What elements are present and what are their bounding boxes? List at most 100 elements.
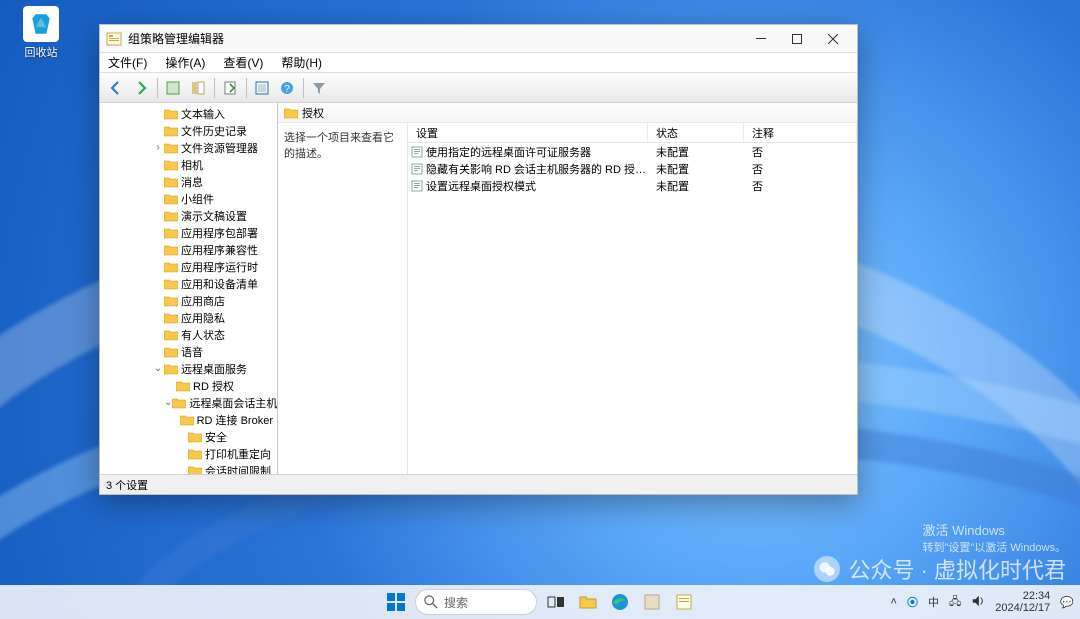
- folder-icon: [164, 278, 178, 290]
- chevron-down-icon[interactable]: ⌄: [152, 363, 164, 374]
- tree-item-label: 演示文稿设置: [181, 208, 247, 224]
- filter-button[interactable]: [307, 76, 331, 100]
- tree-item[interactable]: 应用程序运行时: [100, 258, 277, 275]
- taskview-button[interactable]: [543, 589, 569, 615]
- col-state[interactable]: 状态: [648, 123, 744, 142]
- minimize-button[interactable]: [743, 28, 779, 50]
- list-row[interactable]: 设置远程桌面授权模式未配置否: [408, 177, 857, 194]
- col-comment[interactable]: 注释: [744, 123, 857, 142]
- list-header-title: 授权: [302, 105, 324, 121]
- folder-icon: [164, 346, 178, 358]
- tree-item[interactable]: RD 连接 Broker: [100, 411, 277, 428]
- titlebar[interactable]: 组策略管理编辑器: [100, 25, 857, 53]
- tree-item[interactable]: RD 授权: [100, 377, 277, 394]
- list-row[interactable]: 使用指定的远程桌面许可证服务器未配置否: [408, 143, 857, 160]
- menu-help[interactable]: 帮助(H): [277, 52, 326, 73]
- folder-icon: [180, 414, 194, 426]
- chevron-down-icon[interactable]: ⌄: [164, 397, 172, 408]
- tree-item-label: 远程桌面服务: [181, 361, 247, 377]
- tree-item-label: 文件历史记录: [181, 123, 247, 139]
- tree-item-label: 文本输入: [181, 106, 225, 122]
- tree-item-label: RD 授权: [193, 378, 234, 394]
- up-button[interactable]: [161, 76, 185, 100]
- list-pane: 授权 选择一个项目来查看它的描述。 设置 状态 注释 使用指定的远程桌面许可证服…: [278, 103, 857, 474]
- tree-item[interactable]: 应用商店: [100, 292, 277, 309]
- maximize-button[interactable]: [779, 28, 815, 50]
- tree-item[interactable]: 会话时间限制: [100, 462, 277, 474]
- start-button[interactable]: [383, 589, 409, 615]
- tree-item[interactable]: 演示文稿设置: [100, 207, 277, 224]
- tree-item[interactable]: ›文件资源管理器: [100, 139, 277, 156]
- folder-icon: [164, 125, 178, 137]
- tray-copilot-icon[interactable]: ⦿: [907, 594, 918, 610]
- tree-item-label: 安全: [205, 429, 227, 445]
- menu-view[interactable]: 查看(V): [219, 52, 267, 73]
- col-setting[interactable]: 设置: [408, 123, 648, 142]
- tray-notification-icon[interactable]: 💬: [1060, 596, 1074, 609]
- row-state: 未配置: [656, 161, 752, 177]
- taskbar[interactable]: 搜索 ˄ ⦿ 中 🖧 22:34 2024/12/17 💬: [0, 585, 1080, 619]
- menu-action[interactable]: 操作(A): [161, 52, 209, 73]
- tree-item[interactable]: ⌄ 远程桌面会话主机: [100, 394, 277, 411]
- folder-icon: [164, 142, 178, 154]
- chevron-right-icon[interactable]: ›: [152, 142, 164, 153]
- wechat-icon: [814, 556, 840, 582]
- menu-file[interactable]: 文件(F): [104, 52, 151, 73]
- svg-text:?: ?: [284, 84, 290, 95]
- tree-item[interactable]: 安全: [100, 428, 277, 445]
- tree-item-label: 应用商店: [181, 293, 225, 309]
- refresh-button[interactable]: [250, 76, 274, 100]
- tray-volume-icon[interactable]: [971, 594, 985, 611]
- row-comment: 否: [752, 178, 857, 194]
- close-button[interactable]: [815, 28, 851, 50]
- tree-item[interactable]: 小组件: [100, 190, 277, 207]
- toolbar: ?: [100, 73, 857, 103]
- app-icon-1[interactable]: [639, 589, 665, 615]
- tray-chevron-icon[interactable]: ˄: [891, 596, 897, 608]
- folder-icon: [164, 312, 178, 324]
- folder-icon: [188, 431, 202, 443]
- tree-item-label: 远程桌面会话主机: [189, 395, 277, 411]
- tree-item[interactable]: 打印机重定向: [100, 445, 277, 462]
- tree-item[interactable]: 相机: [100, 156, 277, 173]
- system-tray[interactable]: ˄ ⦿ 中 🖧 22:34 2024/12/17 💬: [891, 590, 1074, 614]
- tree-item[interactable]: 应用程序兼容性: [100, 241, 277, 258]
- nav-forward-button[interactable]: [129, 76, 153, 100]
- tree-item-label: 小组件: [181, 191, 214, 207]
- tree-item-label: 应用和设备清单: [181, 276, 258, 292]
- explorer-icon[interactable]: [575, 589, 601, 615]
- folder-icon: [164, 363, 178, 375]
- folder-icon: [176, 380, 190, 392]
- tree-item[interactable]: 文本输入: [100, 105, 277, 122]
- show-hide-tree-button[interactable]: [186, 76, 210, 100]
- tree-item[interactable]: 应用隐私: [100, 309, 277, 326]
- taskbar-search[interactable]: 搜索: [415, 589, 537, 615]
- list-column-headers[interactable]: 设置 状态 注释: [408, 123, 857, 143]
- tree-pane[interactable]: 文本输入文件历史记录›文件资源管理器相机消息小组件演示文稿设置应用程序包部署应用…: [100, 103, 278, 474]
- tree-item[interactable]: 文件历史记录: [100, 122, 277, 139]
- list-row[interactable]: 隐藏有关影响 RD 会话主机服务器的 RD 授权问题的通知未配置否: [408, 160, 857, 177]
- tree-item-label: RD 连接 Broker: [197, 412, 273, 428]
- tree-item-label: 应用程序运行时: [181, 259, 258, 275]
- row-state: 未配置: [656, 144, 752, 160]
- edge-icon[interactable]: [607, 589, 633, 615]
- tree-item[interactable]: 消息: [100, 173, 277, 190]
- tree-item[interactable]: 应用程序包部署: [100, 224, 277, 241]
- tree-item[interactable]: 语音: [100, 343, 277, 360]
- tree-item-label: 相机: [181, 157, 203, 173]
- export-button[interactable]: [218, 76, 242, 100]
- toolbar-separator: [214, 78, 215, 98]
- app-icon-2[interactable]: [671, 589, 697, 615]
- help-button[interactable]: ?: [275, 76, 299, 100]
- row-setting: 使用指定的远程桌面许可证服务器: [426, 144, 656, 160]
- folder-icon: [164, 244, 178, 256]
- tree-item[interactable]: ⌄ 远程桌面服务: [100, 360, 277, 377]
- nav-back-button[interactable]: [104, 76, 128, 100]
- tray-ime[interactable]: 中: [928, 594, 939, 610]
- tree-item[interactable]: 应用和设备清单: [100, 275, 277, 292]
- search-placeholder: 搜索: [444, 594, 468, 611]
- tray-network-icon[interactable]: 🖧: [949, 593, 961, 612]
- tree-item[interactable]: 有人状态: [100, 326, 277, 343]
- desktop-recycle-bin[interactable]: 回收站: [18, 6, 64, 60]
- tray-clock[interactable]: 22:34 2024/12/17: [995, 590, 1050, 614]
